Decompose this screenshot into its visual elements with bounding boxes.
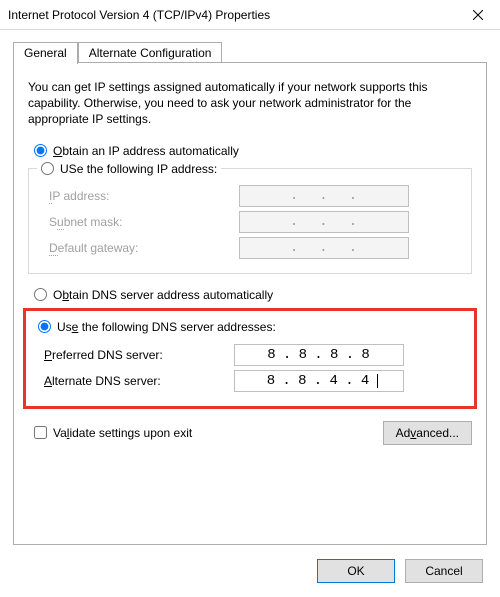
titlebar: Internet Protocol Version 4 (TCP/IPv4) P… bbox=[0, 0, 500, 30]
tab-strip: General Alternate Configuration bbox=[13, 40, 487, 63]
field-preferred-dns[interactable]: 8. 8. 8. 8 bbox=[234, 344, 404, 366]
row-alternate-dns: Alternate DNS server: 8. 8. 4. 4 bbox=[44, 370, 468, 392]
radio-ip-auto-label: Obtain an IP address automatically bbox=[53, 144, 239, 158]
field-default-gateway: ... bbox=[239, 237, 409, 259]
radio-ip-auto[interactable] bbox=[34, 144, 47, 157]
radio-ip-manual[interactable] bbox=[41, 162, 54, 175]
tab-page-general: You can get IP settings assigned automat… bbox=[13, 63, 487, 545]
radio-dns-manual-label: Use the following DNS server addresses: bbox=[57, 320, 276, 334]
row-preferred-dns: Preferred DNS server: 8. 8. 8. 8 bbox=[44, 344, 468, 366]
radio-dns-auto[interactable] bbox=[34, 288, 47, 301]
text-caret bbox=[377, 374, 378, 388]
advanced-button[interactable]: Advanced... bbox=[383, 421, 472, 445]
checkbox-validate-label: Validate settings upon exit bbox=[53, 426, 192, 440]
radio-row-ip-manual: USe the following IP address: bbox=[37, 162, 221, 176]
window-title: Internet Protocol Version 4 (TCP/IPv4) P… bbox=[8, 8, 270, 22]
close-icon bbox=[473, 10, 483, 20]
ok-button[interactable]: OK bbox=[317, 559, 395, 583]
close-button[interactable] bbox=[455, 0, 500, 30]
dialog-client: General Alternate Configuration You can … bbox=[0, 30, 500, 597]
dialog-buttons: OK Cancel bbox=[13, 559, 487, 583]
intro-text: You can get IP settings assigned automat… bbox=[28, 79, 472, 128]
radio-ip-manual-label: USe the following IP address: bbox=[60, 162, 217, 176]
row-ip-address: IP address: ... bbox=[49, 185, 463, 207]
field-subnet-mask: ... bbox=[239, 211, 409, 233]
radio-row-dns-manual: Use the following DNS server addresses: bbox=[38, 320, 468, 334]
label-alternate-dns: Alternate DNS server: bbox=[44, 374, 234, 388]
radio-row-dns-auto: Obtain DNS server address automatically bbox=[34, 288, 472, 302]
field-ip-address: ... bbox=[239, 185, 409, 207]
highlight-dns-manual: Use the following DNS server addresses: … bbox=[23, 308, 477, 409]
radio-row-ip-auto: Obtain an IP address automatically bbox=[34, 144, 472, 158]
checkbox-validate[interactable] bbox=[34, 426, 47, 439]
radio-dns-manual[interactable] bbox=[38, 320, 51, 333]
label-default-gateway: Default gateway: bbox=[49, 241, 239, 255]
label-preferred-dns: Preferred DNS server: bbox=[44, 348, 234, 362]
field-alternate-dns[interactable]: 8. 8. 4. 4 bbox=[234, 370, 404, 392]
tab-general[interactable]: General bbox=[13, 42, 78, 64]
radio-dns-auto-label: Obtain DNS server address automatically bbox=[53, 288, 273, 302]
cancel-button[interactable]: Cancel bbox=[405, 559, 483, 583]
tab-alternate-configuration[interactable]: Alternate Configuration bbox=[78, 42, 223, 63]
row-subnet-mask: Subnet mask: ... bbox=[49, 211, 463, 233]
checkbox-row-validate: Validate settings upon exit bbox=[34, 426, 192, 440]
row-validate-advanced: Validate settings upon exit Advanced... bbox=[28, 421, 472, 445]
group-ip: USe the following IP address: IP address… bbox=[28, 168, 472, 274]
label-ip-address: IP address: bbox=[49, 189, 239, 203]
tab-baseline bbox=[13, 62, 487, 63]
row-default-gateway: Default gateway: ... bbox=[49, 237, 463, 259]
label-subnet-mask: Subnet mask: bbox=[49, 215, 239, 229]
